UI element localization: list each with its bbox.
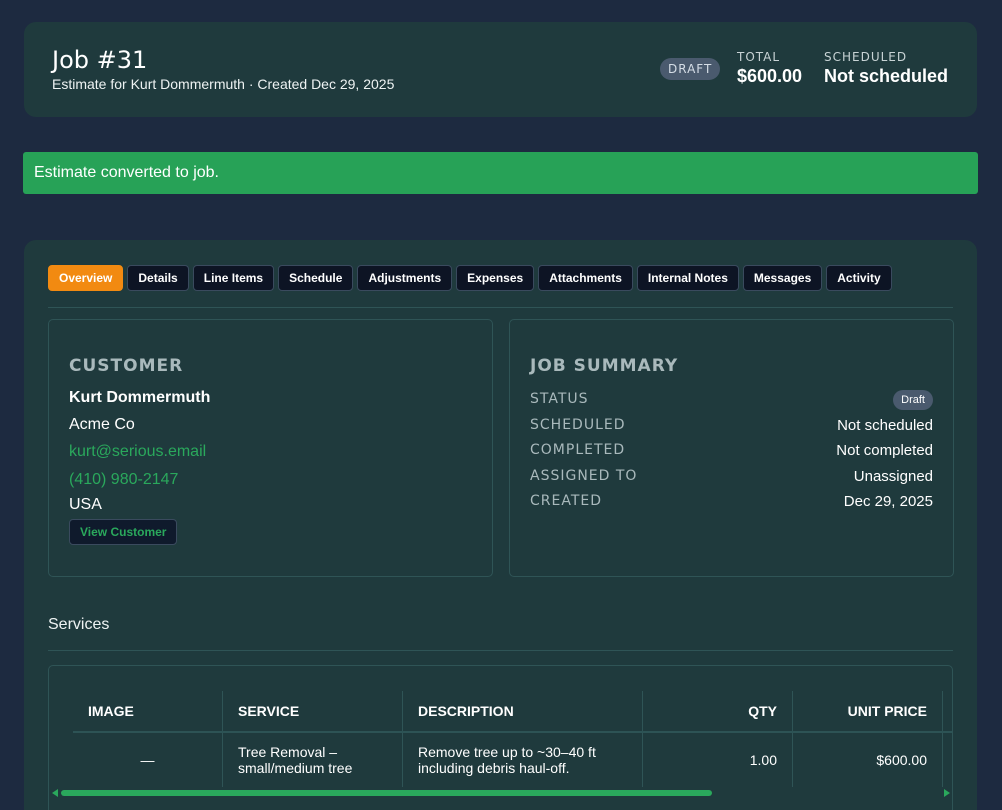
tab-divider bbox=[48, 307, 953, 308]
summary-scheduled-label: SCHEDULED bbox=[530, 417, 626, 433]
summary-status-badge: Draft bbox=[893, 390, 933, 410]
summary-row-completed: COMPLETED Not completed bbox=[530, 442, 933, 462]
job-summary-panel: JOB SUMMARY STATUS Draft SCHEDULED Not s… bbox=[509, 319, 954, 577]
customer-phone-link[interactable]: (410) 980-2147 bbox=[69, 471, 178, 489]
summary-completed-label: COMPLETED bbox=[530, 442, 626, 458]
summary-scheduled-value: Not scheduled bbox=[837, 417, 933, 434]
summary-row-status: STATUS Draft bbox=[530, 390, 933, 411]
summary-assigned-value: Unassigned bbox=[853, 468, 933, 485]
cell-service: Tree Removal – small/medium tree bbox=[223, 733, 403, 787]
services-table: IMAGE SERVICE DESCRIPTION QTY UNIT PRICE… bbox=[48, 665, 953, 810]
page-title: Job #31 bbox=[52, 46, 148, 74]
services-heading: Services bbox=[48, 616, 110, 633]
column-header-image: IMAGE bbox=[73, 691, 223, 731]
summary-created-value: Dec 29, 2025 bbox=[843, 493, 933, 510]
customer-name: Kurt Dommermuth bbox=[69, 389, 211, 406]
tab-internal-notes[interactable]: Internal Notes bbox=[636, 265, 739, 291]
tab-line-items[interactable]: Line Items bbox=[192, 265, 275, 291]
summary-row-scheduled: SCHEDULED Not scheduled bbox=[530, 417, 933, 437]
scroll-right-arrow-icon[interactable] bbox=[944, 789, 950, 797]
customer-email-link[interactable]: kurt@serious.email bbox=[69, 443, 206, 461]
tab-bar: Overview Details Line Items Schedule Adj… bbox=[48, 265, 892, 291]
summary-status-label: STATUS bbox=[530, 391, 589, 407]
customer-panel: CUSTOMER Kurt Dommermuth Acme Co kurt@se… bbox=[48, 319, 493, 577]
tab-overview[interactable]: Overview bbox=[48, 265, 124, 291]
summary-heading: JOB SUMMARY bbox=[530, 356, 679, 376]
total-label: TOTAL bbox=[737, 50, 781, 64]
job-header-card: Job #31 Estimate for Kurt Dommermuth · C… bbox=[24, 22, 977, 117]
column-header-service: SERVICE bbox=[223, 691, 403, 731]
tab-attachments[interactable]: Attachments bbox=[538, 265, 633, 291]
success-alert: Estimate converted to job. bbox=[23, 152, 978, 194]
summary-created-label: CREATED bbox=[530, 493, 603, 509]
summary-assigned-label: ASSIGNED TO bbox=[530, 468, 638, 484]
cell-service-line: small/medium tree bbox=[238, 760, 353, 776]
cell-service-line: Tree Removal – bbox=[238, 744, 338, 760]
summary-completed-value: Not completed bbox=[836, 442, 933, 459]
tab-adjustments[interactable]: Adjustments bbox=[357, 265, 453, 291]
summary-row-assigned: ASSIGNED TO Unassigned bbox=[530, 468, 933, 488]
cell-description: Remove tree up to ~30–40 ft including de… bbox=[403, 733, 643, 787]
status-badge: DRAFT bbox=[660, 58, 721, 80]
tab-details[interactable]: Details bbox=[127, 265, 189, 291]
services-divider bbox=[48, 650, 953, 651]
tab-expenses[interactable]: Expenses bbox=[456, 265, 535, 291]
view-customer-button[interactable]: View Customer bbox=[69, 519, 178, 545]
horizontal-scrollbar[interactable] bbox=[52, 789, 950, 797]
table-header: IMAGE SERVICE DESCRIPTION QTY UNIT PRICE bbox=[73, 691, 952, 731]
cell-unit-price: $600.00 bbox=[793, 733, 943, 787]
customer-company: Acme Co bbox=[69, 416, 135, 433]
tab-activity[interactable]: Activity bbox=[826, 265, 892, 291]
column-header-qty: QTY bbox=[643, 691, 793, 731]
page-subtitle: Estimate for Kurt Dommermuth · Created D… bbox=[52, 76, 395, 92]
column-header-unit-price: UNIT PRICE bbox=[793, 691, 943, 731]
scheduled-value: Not scheduled bbox=[824, 66, 949, 86]
cell-image: — bbox=[73, 733, 223, 787]
customer-heading: CUSTOMER bbox=[69, 356, 184, 376]
cell-description-line: Remove tree up to ~30–40 ft bbox=[418, 744, 596, 760]
tab-messages[interactable]: Messages bbox=[742, 265, 823, 291]
scroll-left-arrow-icon[interactable] bbox=[52, 789, 58, 797]
cell-qty: 1.00 bbox=[643, 733, 793, 787]
cell-description-line: including debris haul-off. bbox=[418, 760, 570, 776]
job-main-card: Overview Details Line Items Schedule Adj… bbox=[24, 240, 977, 810]
customer-country: USA bbox=[69, 496, 102, 513]
scrollbar-thumb[interactable] bbox=[61, 790, 713, 796]
total-value: $600.00 bbox=[737, 66, 803, 86]
scheduled-label: SCHEDULED bbox=[824, 50, 908, 64]
summary-row-created: CREATED Dec 29, 2025 bbox=[530, 493, 933, 513]
column-header-description: DESCRIPTION bbox=[403, 691, 643, 731]
tab-schedule[interactable]: Schedule bbox=[278, 265, 354, 291]
